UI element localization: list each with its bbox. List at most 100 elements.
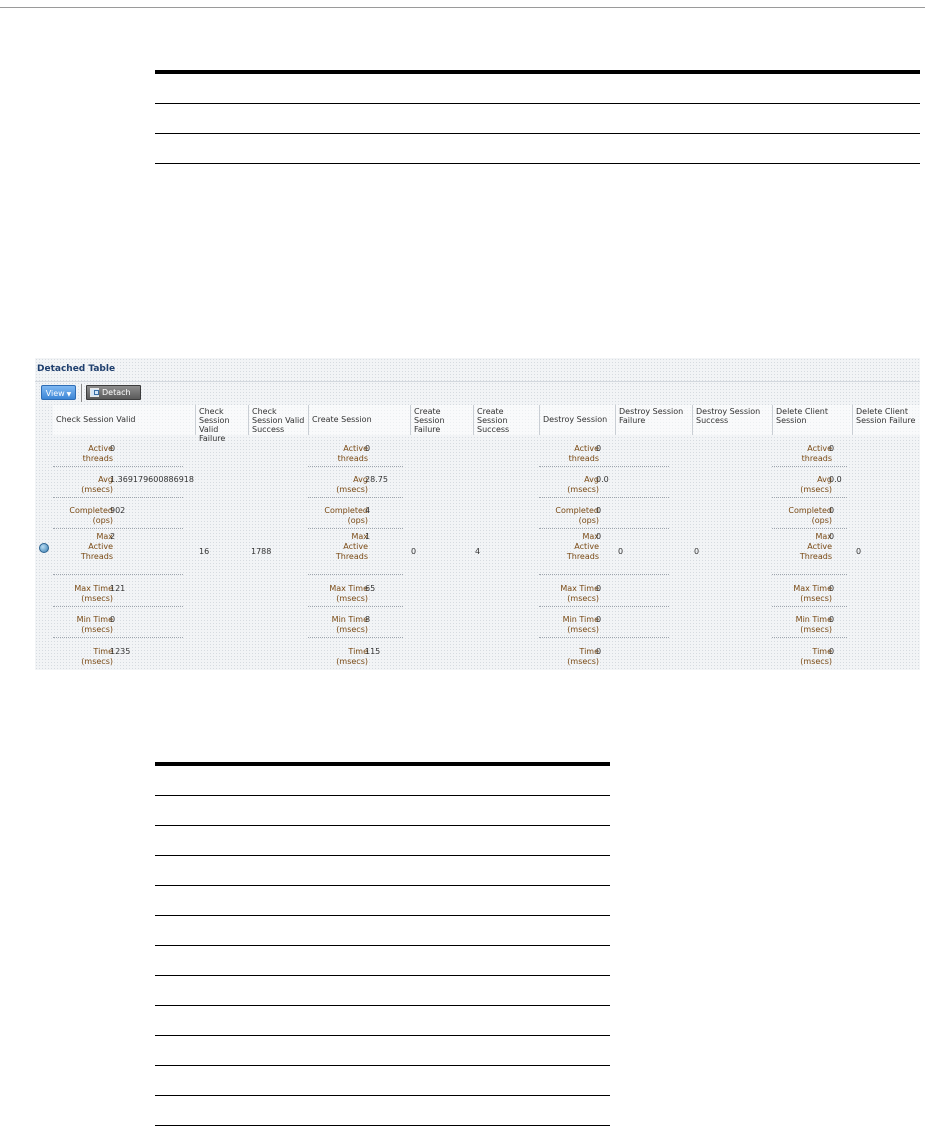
row-divider — [539, 637, 669, 638]
table-row — [155, 796, 610, 826]
stat-label: Max Time (msecs) — [539, 584, 599, 604]
stat-label: Avg (msecs) — [539, 475, 599, 495]
upper-table — [155, 70, 920, 164]
row-divider — [539, 497, 669, 498]
row-divider — [53, 497, 183, 498]
create-failure-value: 0 — [411, 547, 417, 556]
stat-value: 0 — [829, 506, 835, 515]
column-header-destroy-session[interactable]: Destroy Session — [539, 405, 615, 435]
stat-value: 0.0 — [829, 475, 842, 484]
stat-label: Active threads — [772, 444, 832, 464]
stat-value: 115 — [365, 647, 381, 656]
row-divider — [772, 528, 847, 529]
stat-value: 4 — [365, 506, 371, 515]
table-row — [155, 1006, 610, 1036]
stat-label-line: Min Time — [331, 615, 368, 624]
detach-button[interactable]: Detach — [86, 385, 141, 400]
stat-label: Completed (ops) — [53, 506, 113, 526]
create-success-value: 4 — [475, 547, 481, 556]
stat-label: Max Time (msecs) — [308, 584, 368, 604]
stat-value: 0 — [829, 444, 835, 453]
stat-label-line: Active — [343, 542, 368, 551]
row-divider — [539, 528, 669, 529]
row-divider — [772, 574, 847, 575]
stat-value: 0 — [596, 506, 602, 515]
view-label: View — [45, 389, 65, 398]
stat-label-line: threads — [337, 454, 368, 463]
stat-label-line: Max Time — [560, 584, 599, 593]
stat-value: 1.369179600886918 — [110, 475, 194, 484]
row-divider — [308, 574, 403, 575]
stat-label: Time (msecs) — [53, 647, 113, 667]
stat-value: 0 — [110, 615, 116, 624]
stat-label-line: Completed — [324, 506, 368, 515]
column-header-delete-client-session[interactable]: Delete Client Session — [772, 405, 852, 435]
stat-value: 2 — [110, 532, 116, 541]
row-divider — [772, 497, 847, 498]
stat-value: 121 — [110, 584, 126, 593]
stat-value: 0 — [829, 615, 835, 624]
stat-label-line: Completed — [788, 506, 832, 515]
column-header-destroy-session-failure[interactable]: Destroy Session Failure — [615, 405, 692, 435]
column-header-create-session-failure[interactable]: Create Session Failure — [410, 405, 473, 435]
table-row — [155, 104, 920, 134]
stat-value: 1 — [365, 532, 371, 541]
row-status-icon[interactable] — [39, 543, 49, 553]
row-divider — [53, 637, 183, 638]
lower-table — [155, 762, 610, 1126]
stat-value: 65 — [365, 584, 376, 593]
stat-label: Active threads — [53, 444, 113, 464]
stat-label-line: (msecs) — [567, 625, 599, 634]
table-row — [155, 946, 610, 976]
stat-label-line: (msecs) — [567, 485, 599, 494]
column-header-check-session-valid-failure[interactable]: Check Session Valid Failure — [195, 405, 248, 443]
stat-label-line: Active — [574, 542, 599, 551]
stat-label: Avg (msecs) — [308, 475, 368, 495]
stat-label-line: threads — [82, 454, 113, 463]
detach-label: Detach — [102, 388, 131, 397]
table-row — [155, 886, 610, 916]
row-divider — [539, 466, 669, 467]
stat-label: Time (msecs) — [308, 647, 368, 667]
stat-label-line: Max Time — [74, 584, 113, 593]
stat-label: Completed (ops) — [772, 506, 832, 526]
column-header-create-session-success[interactable]: Create Session Success — [473, 405, 539, 435]
column-header-delete-client-session-failure[interactable]: Delete Client Session Failure — [852, 405, 920, 435]
stat-label-line: (msecs) — [81, 485, 113, 494]
stat-label-line: (msecs) — [567, 594, 599, 603]
stat-value: 0 — [596, 615, 602, 624]
stat-label-line: threads — [801, 454, 832, 463]
row-divider — [772, 606, 847, 607]
panel-title: Detached Table — [37, 364, 116, 374]
detached-table-panel: Detached Table View ▼ Detach Check Sessio… — [35, 358, 920, 670]
view-menu-button[interactable]: View ▼ — [41, 385, 76, 400]
table-row — [155, 856, 610, 886]
stat-label-line: (msecs) — [800, 657, 832, 666]
stat-value: 0 — [596, 444, 602, 453]
stat-label-line: Max Time — [329, 584, 368, 593]
column-header-create-session[interactable]: Create Session — [308, 405, 410, 435]
row-divider — [53, 528, 183, 529]
stat-value: 0 — [829, 647, 835, 656]
stat-label-line: Completed — [69, 506, 113, 515]
row-divider — [308, 528, 403, 529]
row-divider — [308, 637, 403, 638]
table-row — [155, 826, 610, 856]
delete-client-failure-value: 0 — [856, 547, 862, 556]
stat-label-line: Max Time — [793, 584, 832, 593]
page-header-rule — [0, 7, 925, 8]
stat-label-line: Active — [807, 542, 832, 551]
stat-label-line: (msecs) — [81, 625, 113, 634]
table-row — [155, 1096, 610, 1126]
column-header-destroy-session-success[interactable]: Destroy Session Success — [692, 405, 772, 435]
stat-label-line: Min Time — [795, 615, 832, 624]
column-header-check-session-valid-success[interactable]: Check Session Valid Success — [248, 405, 308, 435]
table-row — [155, 134, 920, 164]
stat-label: Avg (msecs) — [53, 475, 113, 495]
stat-value: 0 — [596, 584, 602, 593]
column-header-check-session-valid[interactable]: Check Session Valid — [53, 405, 195, 435]
destroy-success-value: 0 — [694, 547, 700, 556]
stat-label-line: (msecs) — [336, 485, 368, 494]
stat-label-line: Active — [88, 542, 113, 551]
stat-label-line: (msecs) — [567, 657, 599, 666]
